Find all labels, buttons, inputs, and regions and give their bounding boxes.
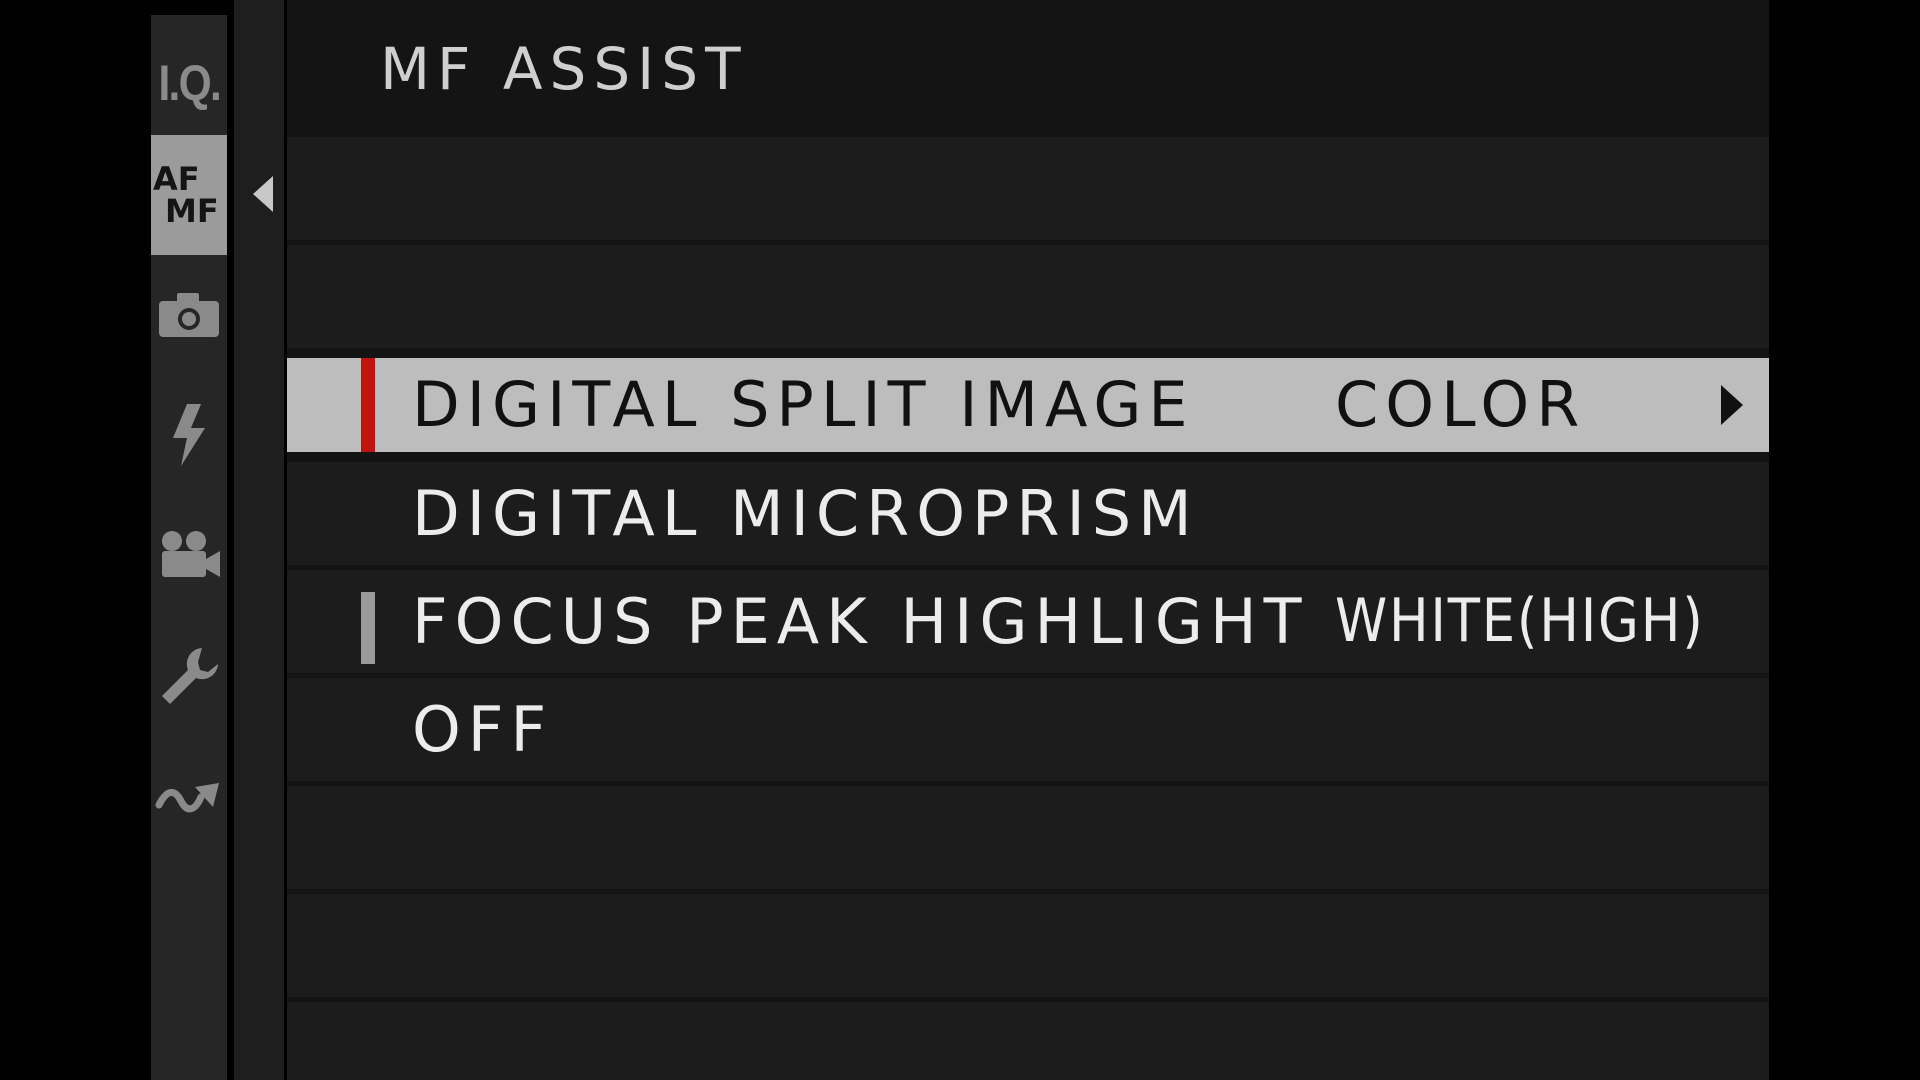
triangle-left-icon[interactable] (253, 176, 273, 212)
menu-option-focus-peak-highlight[interactable]: FOCUS PEAK HIGHLIGHT WHITE(HIGH) (287, 570, 1769, 673)
empty-row (287, 245, 1769, 348)
option-label: OFF (412, 693, 554, 766)
page-title: MF ASSIST (380, 35, 748, 103)
empty-row (287, 1002, 1769, 1080)
option-value: COLOR (1335, 368, 1587, 441)
menu-option-digital-microprism[interactable]: DIGITAL MICROPRISM (287, 462, 1769, 565)
connection-tab[interactable] (151, 735, 227, 855)
option-label: FOCUS PEAK HIGHLIGHT (412, 585, 1309, 658)
menu-divider-strip (234, 0, 284, 1080)
menu-option-digital-split-image[interactable]: DIGITAL SPLIT IMAGE COLOR (287, 358, 1769, 452)
af-mf-tab-label-af: AF (153, 160, 200, 198)
iq-tab-label: I.Q. (158, 55, 221, 111)
menu-option-off[interactable]: OFF (287, 678, 1769, 781)
movie-tab[interactable] (151, 495, 227, 615)
camera-icon (159, 293, 219, 337)
selection-marker (361, 358, 375, 452)
af-mf-icon: AF MF (151, 135, 227, 255)
option-label: DIGITAL MICROPRISM (412, 477, 1199, 550)
menu-tab-rail: I.Q. AF MF (151, 15, 227, 1080)
option-value: WHITE(HIGH) (1335, 586, 1705, 656)
wave-arrow-icon (155, 783, 219, 813)
wrench-icon (162, 648, 218, 704)
flash-icon (173, 404, 205, 466)
flash-tab[interactable] (151, 375, 227, 495)
af-mf-tab-label-mf: MF (165, 192, 219, 230)
shooting-tab[interactable] (151, 255, 227, 375)
empty-row (287, 137, 1769, 240)
empty-row (287, 786, 1769, 889)
triangle-right-icon (1721, 385, 1743, 425)
empty-row (287, 894, 1769, 997)
setup-tab[interactable] (151, 615, 227, 735)
current-setting-marker (361, 592, 375, 664)
option-label: DIGITAL SPLIT IMAGE (412, 368, 1195, 441)
mf-assist-menu: MF ASSIST DIGITAL SPLIT IMAGE COLOR DIGI… (287, 0, 1769, 1080)
af-mf-tab[interactable]: AF MF (151, 135, 227, 255)
movie-camera-icon (162, 531, 220, 577)
image-quality-tab[interactable]: I.Q. (151, 23, 227, 143)
